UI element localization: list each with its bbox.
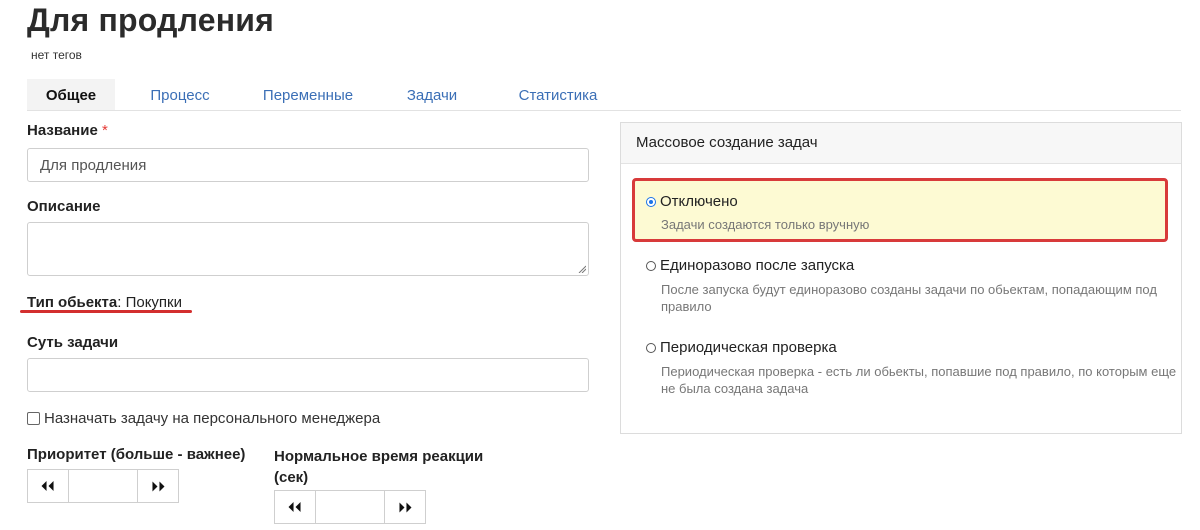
double-left-arrow-icon: ⏴⏴	[41, 477, 55, 494]
assign-manager-row[interactable]: Назначать задачу на персонального менедж…	[27, 410, 380, 427]
radio-once-after-start[interactable]	[646, 260, 656, 271]
task-essence-label: Суть задачи	[27, 334, 119, 351]
option-disabled-desc: Задачи создаются только вручную	[661, 217, 870, 232]
priority-increase-button[interactable]: ⏵⏵	[138, 470, 178, 502]
option-once-desc-line1: После запуска будут единоразово созданы …	[661, 282, 1157, 297]
tab-general[interactable]: Общее	[27, 79, 115, 110]
radio-disabled[interactable]	[646, 196, 656, 207]
option-disabled-label: Отключено	[660, 193, 738, 210]
description-textarea[interactable]	[27, 222, 589, 276]
required-mark: *	[101, 122, 108, 139]
tab-statistics[interactable]: Статистика	[503, 79, 613, 110]
option-once-desc-line2: правило	[661, 299, 712, 314]
tab-bar: Общее Процесс Переменные Задачи Статисти…	[27, 79, 1181, 111]
reaction-time-label: Нормальное время реакции (сек)	[274, 446, 483, 488]
double-left-arrow-icon: ⏴⏴	[288, 498, 302, 515]
reaction-time-label-line2: (сек)	[274, 469, 309, 486]
option-once-desc: После запуска будут единоразово созданы …	[661, 281, 1157, 315]
reaction-increase-button[interactable]: ⏵⏵	[385, 491, 425, 523]
priority-decrease-button[interactable]: ⏴⏴	[28, 470, 68, 502]
page-title: Для продления	[27, 2, 274, 38]
tab-tasks[interactable]: Задачи	[397, 79, 467, 110]
object-type-value: Покупки	[125, 294, 182, 311]
option-periodic-desc: Периодическая проверка - есть ли обьекты…	[661, 363, 1176, 397]
double-right-arrow-icon: ⏵⏵	[151, 477, 165, 494]
radio-periodic-check[interactable]	[646, 342, 656, 353]
option-once-after-start[interactable]: Единоразово после запуска	[646, 257, 854, 274]
option-disabled[interactable]: Отключено	[646, 193, 738, 210]
assign-manager-label: Назначать задачу на персонального менедж…	[44, 410, 381, 427]
reaction-time-label-line1: Нормальное время реакции	[274, 448, 484, 465]
reaction-decrease-button[interactable]: ⏴⏴	[275, 491, 315, 523]
priority-input[interactable]	[68, 470, 138, 502]
priority-stepper: ⏴⏴ ⏵⏵	[27, 469, 179, 503]
option-once-label: Единоразово после запуска	[660, 257, 855, 274]
priority-label: Приоритет (больше - важнее)	[27, 446, 246, 463]
name-label-text: Название	[27, 122, 98, 139]
assign-manager-checkbox[interactable]	[27, 412, 40, 425]
reaction-time-stepper: ⏴⏴ ⏵⏵	[274, 490, 426, 524]
reaction-time-input[interactable]	[315, 491, 385, 523]
description-label: Описание	[27, 198, 101, 215]
tab-variables[interactable]: Переменные	[253, 79, 363, 110]
object-type-label: Тип обьекта	[27, 294, 118, 311]
panel-title: Массовое создание задач	[621, 123, 1181, 164]
tags-label: нет тегов	[31, 48, 82, 62]
option-periodic-desc-line2: не была создана задача	[661, 381, 809, 396]
object-type-sep: :	[117, 294, 122, 311]
double-right-arrow-icon: ⏵⏵	[398, 498, 412, 515]
resize-grip-icon[interactable]	[578, 265, 586, 273]
option-periodic-desc-line1: Периодическая проверка - есть ли обьекты…	[661, 364, 1177, 379]
annotation-underline	[20, 310, 192, 313]
option-periodic-label: Периодическая проверка	[660, 339, 837, 356]
tab-process[interactable]: Процесс	[135, 79, 225, 110]
option-periodic-check[interactable]: Периодическая проверка	[646, 339, 837, 356]
name-label: Название *	[27, 122, 108, 139]
task-essence-input[interactable]	[27, 358, 589, 392]
name-input[interactable]	[27, 148, 589, 182]
object-type-row: Тип обьекта: Покупки	[27, 294, 182, 311]
